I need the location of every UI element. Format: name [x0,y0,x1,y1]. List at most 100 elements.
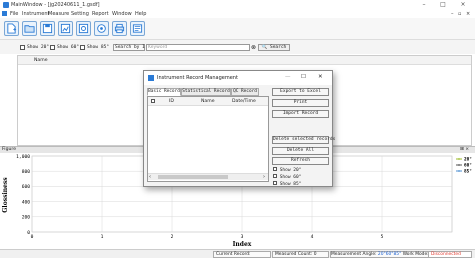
title-bar: MainWindow - [jg20240611_1.gsdf] – □ × [0,0,475,10]
legend-label: 60° [464,163,472,169]
refresh-button[interactable]: Refresh [272,157,329,165]
table-header: Name [18,56,471,65]
x-tick-label: 0 [31,234,34,240]
delete-selected-button[interactable]: Delete selected records [272,136,335,144]
dialog-show60-label: Show 60° [279,175,302,180]
tab-statistical-record[interactable]: Statistical Record [181,88,231,96]
column-name: Name [201,99,215,104]
status-connection: Disconnected [428,251,472,258]
new-file-icon[interactable] [4,21,19,36]
doc-icon [2,11,7,16]
dialog-show85-label: Show 85° [279,182,302,187]
column-id: ID [169,99,174,104]
select-all-checkbox[interactable] [151,99,155,103]
instrument-icon[interactable] [76,21,91,36]
y-tick-label: 1,000 [16,154,30,160]
menu-report[interactable]: Report [92,11,109,17]
dialog-maximize-button[interactable]: ☐ [301,74,306,80]
figure-pane-controls[interactable]: ⊞ × [460,147,469,152]
chart-icon[interactable] [58,21,73,36]
maximize-button[interactable]: □ [436,1,450,9]
y-tick-label: 600 [22,184,31,190]
open-folder-icon[interactable] [22,21,37,36]
dialog-show20-label: Show 20° [279,168,302,173]
y-tick-label: 200 [22,215,31,221]
legend-label: 20° [464,157,472,163]
scroll-thumb[interactable] [158,175,228,179]
legend-marker [458,164,460,166]
search-by-select[interactable]: Search by I ▾ [113,44,150,51]
legend-marker [458,170,460,172]
dialog-title-bar: Instrument Record Management — ☐ ✕ [144,71,332,85]
legend-label: 85° [464,169,472,175]
doc-close-button[interactable]: × [466,11,470,17]
search-button[interactable]: 🔍 Search [258,44,290,51]
menu-setting[interactable]: Setting [71,11,89,17]
dialog-close-button[interactable]: ✕ [318,74,323,80]
dialog-show20[interactable]: Show 20° [273,167,301,173]
dialog-show85[interactable]: Show 85° [273,181,301,187]
show60-label: Show 60° [57,45,80,50]
app-icon [3,2,9,8]
scroll-left-icon[interactable]: ‹ [149,174,151,180]
x-tick-label: 5 [381,234,384,240]
doc-minimize-button[interactable]: – [451,11,454,17]
dialog-show60[interactable]: Show 60° [273,174,301,180]
show20-label: Show 20° [27,45,50,50]
mode-prefix: Work Mode: [402,252,429,257]
y-tick-label: 800 [22,169,31,175]
menu-window[interactable]: Window [112,11,132,17]
import-record-button[interactable]: Import Record [272,110,329,118]
dialog-show85-checkbox[interactable] [273,181,277,185]
show20-checkbox[interactable] [20,45,25,50]
figure-label: Figure [2,147,17,152]
dialog-minimize-button[interactable]: — [285,74,291,80]
y-axis-label: Glossiness [2,177,9,213]
dialog-record-table: ID Name Date/Time ‹ › [147,96,269,182]
window-title: MainWindow - [jg20240611_1.gsdf] [11,2,100,8]
save-icon[interactable] [40,21,55,36]
print-button[interactable]: Print [272,99,329,107]
menu-bar: File Instrument Measure Setting Report W… [0,10,475,18]
menu-file[interactable]: File [10,11,18,17]
x-tick-label: 2 [171,234,174,240]
show85-checkbox[interactable] [80,45,85,50]
x-tick-label: 4 [311,234,314,240]
keyword-input[interactable]: Keyword [146,44,250,51]
angle-value: 20°60°85° [377,252,402,257]
doc-restore-button[interactable]: ▫ [458,11,461,17]
show60-checkbox[interactable] [50,45,55,50]
column-name: Name [34,58,48,63]
y-tick-label: 400 [22,199,31,205]
status-measured-count: Measured Count: 0 [272,251,329,258]
menu-help[interactable]: Help [135,11,146,17]
settings-icon[interactable] [94,21,109,36]
tab-basic-record[interactable]: Basic Record [147,88,181,96]
print-icon[interactable] [112,21,127,36]
record-management-dialog: Instrument Record Management — ☐ ✕ Basic… [143,70,335,187]
column-datetime: Date/Time [232,99,256,104]
dialog-show20-checkbox[interactable] [273,167,277,171]
tab-qc-record[interactable]: QC Record [231,88,259,96]
dialog-app-icon [148,75,154,81]
menu-instrument[interactable]: Instrument [22,11,50,17]
clear-icon[interactable]: ⊗ [251,44,256,51]
status-current-record: Current Record: [213,251,271,258]
dialog-show60-checkbox[interactable] [273,174,277,178]
close-button[interactable]: × [456,1,470,9]
x-tick-label: 1 [101,234,104,240]
menu-measure[interactable]: Measure [48,11,69,17]
status-bar: Current Record: Measured Count: 0 Measur… [0,249,475,258]
report-icon[interactable] [130,21,145,36]
scroll-right-icon[interactable]: › [263,174,265,180]
dialog-table-header: ID Name Date/Time [148,97,268,106]
x-axis-label: Index [233,241,252,248]
x-tick-label: 3 [241,234,244,240]
export-excel-button[interactable]: Export to Excel [272,88,329,96]
dialog-title: Instrument Record Management [157,75,238,81]
minimize-button[interactable]: – [417,1,431,9]
legend-marker [458,158,460,160]
angle-prefix: Measurement Angle: [331,252,377,257]
horizontal-scrollbar[interactable]: ‹ › [148,173,268,180]
delete-all-button[interactable]: Delete All [272,147,329,155]
